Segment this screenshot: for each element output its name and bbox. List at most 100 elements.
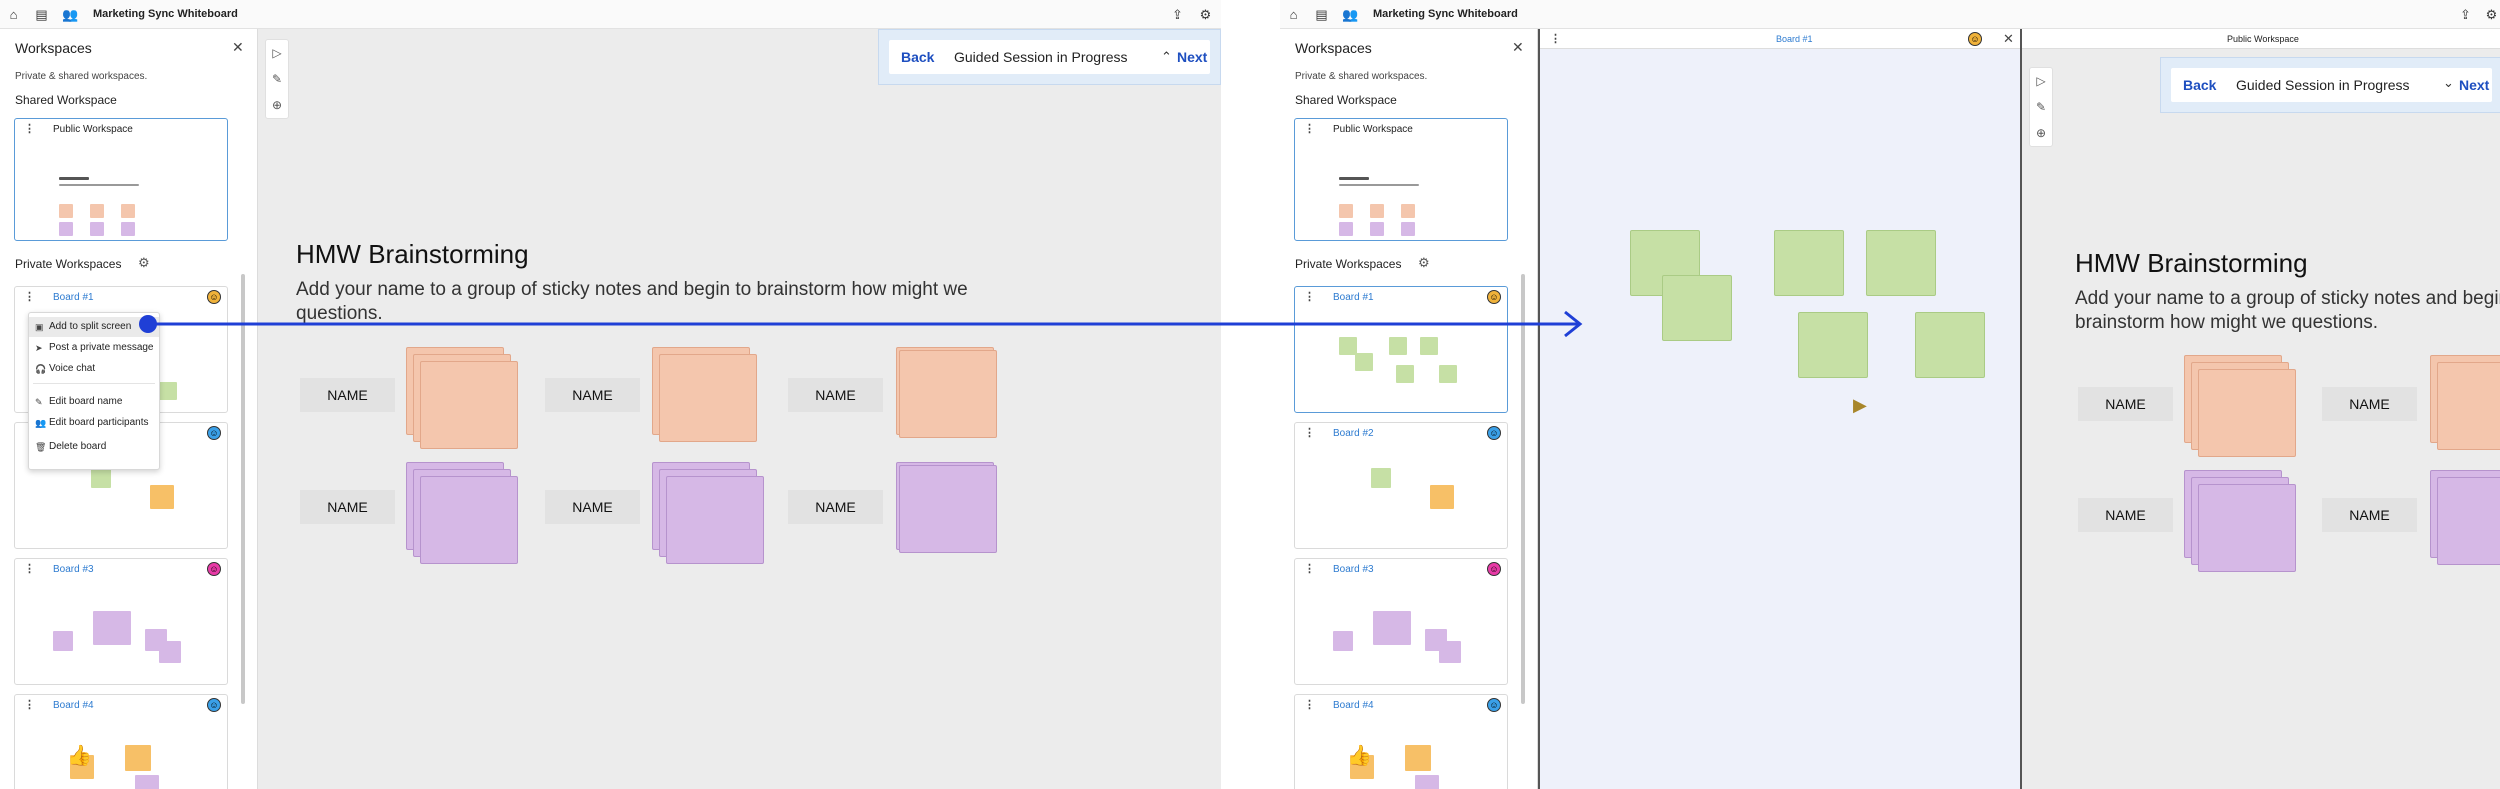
kebab-icon[interactable]: ⋮ <box>24 698 35 711</box>
private-section-heading: Private Workspaces <box>15 257 122 271</box>
back-button[interactable]: Back <box>2183 77 2216 93</box>
close-icon[interactable]: ✕ <box>1512 39 1524 56</box>
kebab-icon[interactable]: ⋮ <box>24 290 35 303</box>
close-icon[interactable]: ✕ <box>2003 31 2014 47</box>
pointer-icon[interactable]: ▷ <box>266 40 288 66</box>
remote-cursor-icon: ▶ <box>1853 395 1867 415</box>
name-label[interactable]: NAME <box>788 490 883 524</box>
sticky-note[interactable] <box>2198 369 2296 457</box>
pointer-icon[interactable]: ▷ <box>2030 68 2052 94</box>
kebab-icon[interactable]: ⋮ <box>24 562 35 575</box>
name-label[interactable]: NAME <box>2322 498 2417 532</box>
sticky-note[interactable] <box>1915 312 1985 378</box>
board-label: Board #4 <box>53 700 94 711</box>
kebab-icon[interactable]: ⋮ <box>24 122 35 135</box>
people-icon[interactable]: 👥 <box>1342 7 1358 22</box>
private-settings-gear-icon[interactable]: ⚙ <box>1418 255 1430 271</box>
pen-icon[interactable]: ✎ <box>2030 94 2052 120</box>
home-icon[interactable]: ⌂ <box>6 7 21 22</box>
board-thumbnail <box>1295 307 1507 412</box>
shared-section-heading: Shared Workspace <box>1295 93 1397 107</box>
gear-icon[interactable]: ⚙ <box>1198 7 1213 22</box>
share-icon[interactable]: ⇪ <box>1170 7 1185 22</box>
chevron-down-icon[interactable]: ⌄ <box>2443 75 2454 91</box>
sidebar-scrollbar[interactable] <box>241 274 245 704</box>
split-panel-header: ⋮ Board #1 ☺ ✕ <box>1540 29 2020 49</box>
kebab-icon[interactable]: ⋮ <box>1304 122 1315 135</box>
name-label[interactable]: NAME <box>2078 498 2173 532</box>
sticky-note[interactable] <box>2437 362 2500 450</box>
sidebar-title: Workspaces <box>15 40 92 56</box>
sticky-note[interactable] <box>1774 230 1844 296</box>
avatar: ☺ <box>1968 32 1982 46</box>
app-title: Marketing Sync Whiteboard <box>1373 8 1518 20</box>
sticky-note[interactable] <box>1662 275 1732 341</box>
name-label[interactable]: NAME <box>2078 387 2173 421</box>
board-card-3[interactable]: ⋮ Board #3 ☺ <box>1294 558 1508 685</box>
share-icon[interactable]: ⇪ <box>2458 7 2473 22</box>
close-icon[interactable]: ✕ <box>232 39 244 56</box>
name-label[interactable]: NAME <box>2322 387 2417 421</box>
sticky-note[interactable] <box>2198 484 2296 572</box>
board-card-1[interactable]: ⋮ Board #1 ☺ <box>1294 286 1508 413</box>
board-label: Board #1 <box>53 292 94 303</box>
board-card-4[interactable]: ⋮ Board #4 ☺ 👍 <box>1294 694 1508 789</box>
sticky-note[interactable] <box>899 465 997 553</box>
split-public-panel[interactable]: Public Workspace ▷ ✎ ⊕ Back Guided Sessi… <box>2020 29 2500 789</box>
menu-post-private-message[interactable]: ➤ Post a private message <box>29 338 159 358</box>
board-card-3[interactable]: ⋮ Board #3 ☺ <box>14 558 228 685</box>
public-workspace-thumbnail <box>15 139 227 240</box>
pen-icon[interactable]: ✎ <box>266 66 288 92</box>
kebab-icon[interactable]: ⋮ <box>1550 32 1561 45</box>
guided-status[interactable]: Guided Session in Progress <box>954 49 1128 65</box>
whiteboard-canvas[interactable]: ▷ ✎ ⊕ Back Guided Session in Progress ⌃ … <box>258 29 1221 789</box>
menu-divider <box>33 383 155 384</box>
menu-item-label: Edit board participants <box>49 417 149 428</box>
board-thumbnail <box>1295 579 1507 684</box>
menu-edit-board-name[interactable]: ✎ Edit board name <box>29 392 159 412</box>
guided-status[interactable]: Guided Session in Progress <box>2236 77 2410 93</box>
menu-edit-board-participants[interactable]: 👥 Edit board participants <box>29 413 159 433</box>
back-button[interactable]: Back <box>901 49 934 65</box>
kebab-icon[interactable]: ⋮ <box>1304 698 1315 711</box>
name-label[interactable]: NAME <box>300 490 395 524</box>
kebab-icon[interactable]: ⋮ <box>1304 290 1315 303</box>
canvas-title: HMW Brainstorming <box>296 239 529 269</box>
avatar: ☺ <box>207 290 221 304</box>
sticky-note[interactable] <box>659 354 757 442</box>
board-card-4[interactable]: ⋮ Board #4 ☺ 👍 <box>14 694 228 789</box>
sticky-note[interactable] <box>1798 312 1868 378</box>
name-label[interactable]: NAME <box>545 490 640 524</box>
home-icon[interactable]: ⌂ <box>1286 7 1301 22</box>
shared-section-heading: Shared Workspace <box>15 93 117 107</box>
sticky-note[interactable] <box>899 350 997 438</box>
name-label[interactable]: NAME <box>545 378 640 412</box>
menu-add-to-split-screen[interactable]: ▣ Add to split screen <box>29 317 159 337</box>
add-icon[interactable]: ⊕ <box>2030 120 2052 146</box>
sticky-note[interactable] <box>420 361 518 449</box>
private-settings-gear-icon[interactable]: ⚙ <box>138 255 150 271</box>
sidebar-scrollbar[interactable] <box>1521 274 1525 704</box>
sticky-note[interactable] <box>666 476 764 564</box>
sticky-note[interactable] <box>1866 230 1936 296</box>
menu-delete-board[interactable]: 🗑 Delete board <box>29 437 159 457</box>
name-label[interactable]: NAME <box>788 378 883 412</box>
gear-icon[interactable]: ⚙ <box>2484 7 2499 22</box>
layout-icon[interactable]: ▤ <box>34 7 49 22</box>
next-button[interactable]: Next <box>2459 77 2489 93</box>
public-workspace-card[interactable]: ⋮ Public Workspace <box>1294 118 1508 241</box>
chevron-up-icon[interactable]: ⌃ <box>1161 49 1172 65</box>
next-button[interactable]: Next <box>1177 49 1207 65</box>
add-icon[interactable]: ⊕ <box>266 92 288 118</box>
sticky-note[interactable] <box>2437 477 2500 565</box>
people-icon[interactable]: 👥 <box>62 7 78 22</box>
board-card-2[interactable]: ⋮ Board #2 ☺ <box>1294 422 1508 549</box>
sticky-note[interactable] <box>420 476 518 564</box>
public-workspace-card[interactable]: ⋮ Public Workspace <box>14 118 228 241</box>
kebab-icon[interactable]: ⋮ <box>1304 426 1315 439</box>
kebab-icon[interactable]: ⋮ <box>1304 562 1315 575</box>
split-board-panel[interactable]: ⋮ Board #1 ☺ ✕ ▶ <box>1538 29 2020 789</box>
name-label[interactable]: NAME <box>300 378 395 412</box>
layout-icon[interactable]: ▤ <box>1314 7 1329 22</box>
menu-voice-chat[interactable]: 🎧 Voice chat <box>29 359 159 379</box>
